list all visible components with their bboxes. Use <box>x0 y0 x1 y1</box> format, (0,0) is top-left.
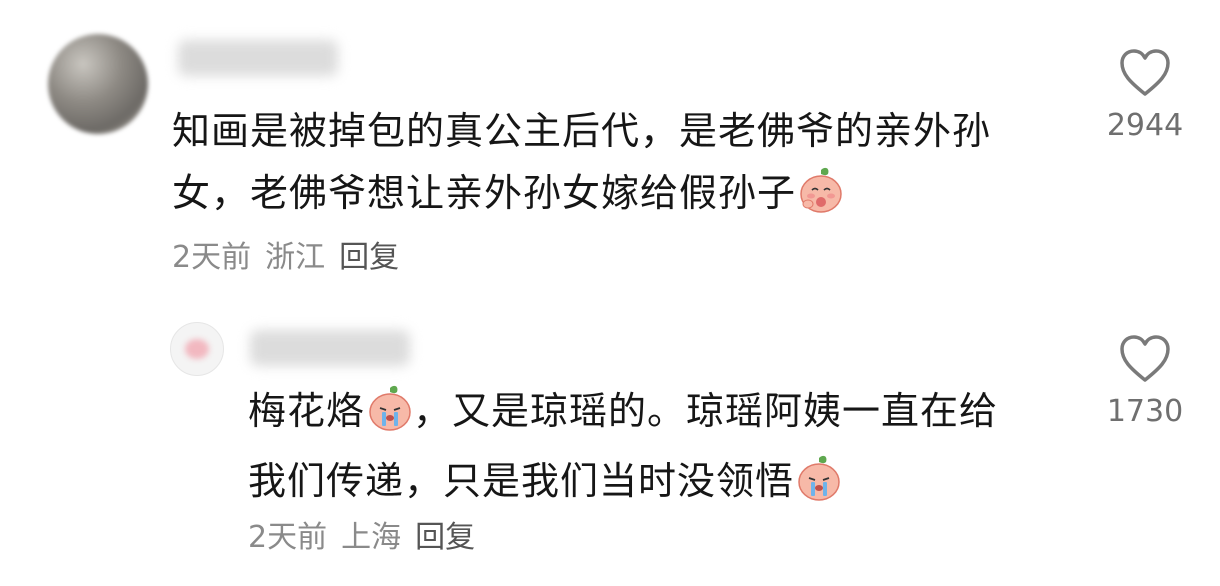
avatar[interactable] <box>48 34 148 134</box>
comment-time: 2天前 <box>172 240 252 275</box>
username-blurred[interactable] <box>250 330 410 366</box>
comment-text-line: 知画是被掉包的真公主后代，是老佛爷的亲外孙 <box>172 109 992 153</box>
like-count: 1730 <box>1106 394 1184 429</box>
comment-meta: 2天前 上海 回复 <box>248 512 489 556</box>
comment-location: 浙江 <box>265 240 326 275</box>
avatar[interactable] <box>170 322 224 376</box>
peach-crying-emoji-icon <box>367 384 413 450</box>
reply-button[interactable]: 回复 <box>415 520 475 555</box>
comment-text-line: 女，老佛爷想让亲外孙女嫁给假孙子 <box>172 162 991 232</box>
peach-crying-emoji-icon <box>796 454 842 520</box>
like-button[interactable]: 1730 <box>1090 334 1200 429</box>
comment-location: 上海 <box>341 520 402 555</box>
comment-time: 2天前 <box>248 520 328 555</box>
comment-text-line: 梅花烙 ，又是琼瑶的。琼瑶阿姨一直在给 <box>248 380 998 450</box>
heart-icon <box>1120 335 1170 382</box>
username-blurred[interactable] <box>178 40 338 76</box>
comment-text: 梅花烙 ，又是琼瑶的。琼瑶阿姨一直在给 我们传递，只是我们当时没领悟 <box>248 380 998 520</box>
comment-meta: 2天前 浙江 回复 <box>172 232 413 276</box>
peach-shy-emoji-icon <box>798 166 844 232</box>
heart-icon <box>1120 49 1170 96</box>
comment-text: 知画是被掉包的真公主后代，是老佛爷的亲外孙 女，老佛爷想让亲外孙女嫁给假孙子 <box>172 100 991 232</box>
like-button[interactable]: 2944 <box>1090 48 1200 143</box>
like-count: 2944 <box>1106 108 1184 143</box>
comment-text-line: 我们传递，只是我们当时没领悟 <box>248 450 998 520</box>
avatar-image <box>185 339 209 359</box>
reply-button[interactable]: 回复 <box>339 240 399 275</box>
